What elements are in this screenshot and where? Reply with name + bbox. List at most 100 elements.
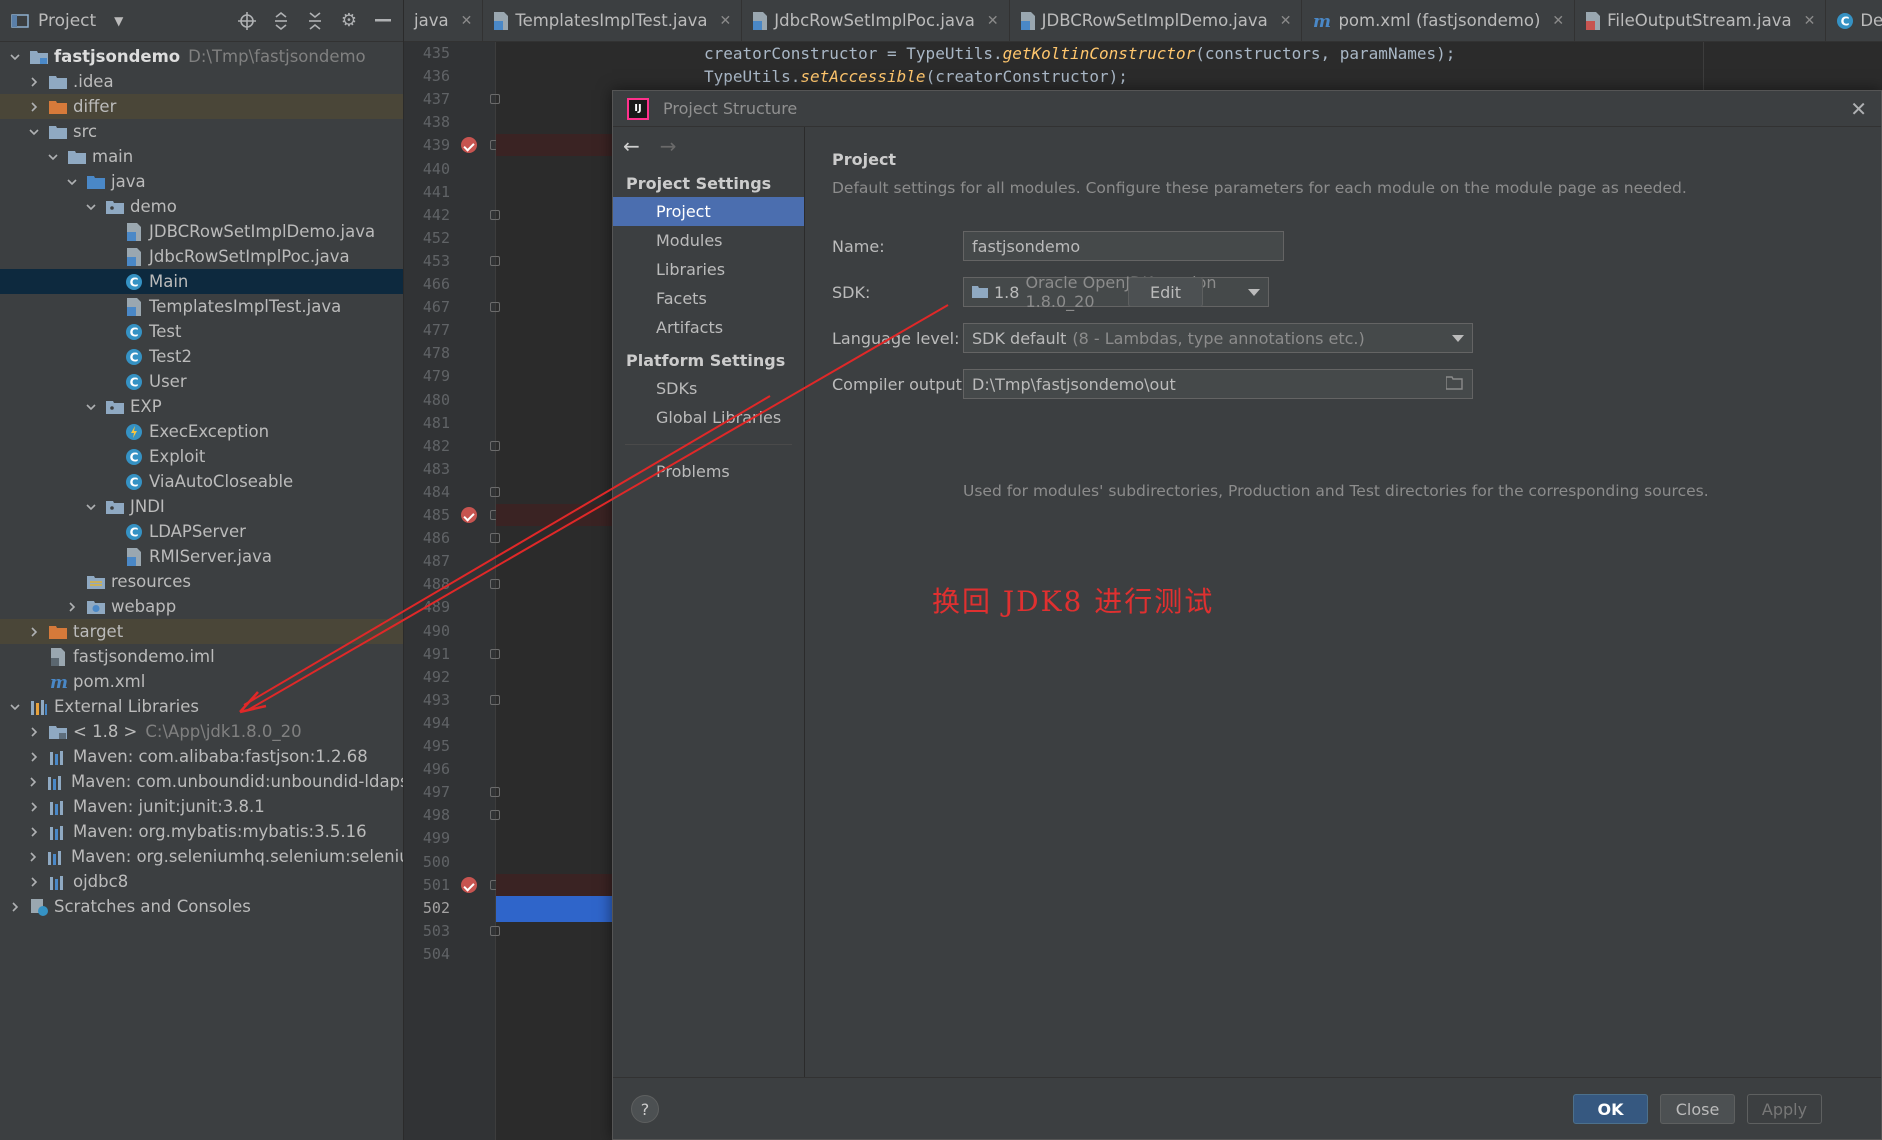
back-arrow-icon[interactable]: ← (623, 134, 640, 158)
fold-marker-icon[interactable] (490, 440, 500, 451)
fold-marker-icon[interactable] (490, 579, 500, 590)
close-icon[interactable]: ✕ (1850, 97, 1867, 121)
tree-item[interactable]: < 1.8 > C:\App\jdk1.8.0_20 (0, 719, 403, 744)
line-number[interactable]: 504 (404, 945, 450, 963)
chevron-right-icon[interactable] (27, 850, 39, 864)
line-number[interactable]: 495 (404, 737, 450, 755)
sidebar-item-project[interactable]: Project (613, 197, 804, 226)
line-number[interactable]: 490 (404, 622, 450, 640)
chevron-down-icon[interactable] (84, 200, 98, 214)
sidebar-item-facets[interactable]: Facets (613, 284, 804, 313)
fold-marker-icon[interactable] (490, 925, 500, 936)
tree-item[interactable]: JdbcRowSetImplPoc.java (0, 244, 403, 269)
tree-item[interactable]: ojdbc8 (0, 869, 403, 894)
line-number[interactable]: 497 (404, 783, 450, 801)
language-level-dropdown[interactable]: SDK default (8 - Lambdas, type annotatio… (963, 323, 1473, 353)
line-number[interactable]: 482 (404, 437, 450, 455)
chevron-down-icon[interactable] (65, 175, 79, 189)
line-number[interactable]: 478 (404, 344, 450, 362)
forward-arrow-icon[interactable]: → (660, 134, 677, 158)
line-number[interactable]: 489 (404, 598, 450, 616)
line-number[interactable]: 502 (404, 899, 450, 917)
tree-item[interactable]: webapp (0, 594, 403, 619)
close-icon[interactable]: ✕ (1280, 13, 1292, 29)
chevron-right-icon[interactable] (8, 900, 22, 914)
tree-item[interactable]: m pom.xml (0, 669, 403, 694)
line-number[interactable]: 467 (404, 298, 450, 316)
tree-item[interactable]: .idea (0, 69, 403, 94)
name-field[interactable]: fastjsondemo (963, 231, 1284, 261)
collapse-all-icon[interactable] (305, 11, 325, 31)
sidebar-item-modules[interactable]: Modules (613, 226, 804, 255)
line-number[interactable]: 453 (404, 252, 450, 270)
tree-item[interactable]: src (0, 119, 403, 144)
chevron-right-icon[interactable] (27, 75, 41, 89)
line-number[interactable]: 499 (404, 829, 450, 847)
tree-item[interactable]: Maven: com.alibaba:fastjson:1.2.68 (0, 744, 403, 769)
tree-item[interactable]: JNDI (0, 494, 403, 519)
tree-item[interactable]: main (0, 144, 403, 169)
line-number[interactable]: 480 (404, 391, 450, 409)
sidebar-item-artifacts[interactable]: Artifacts (613, 313, 804, 342)
line-number[interactable]: 500 (404, 853, 450, 871)
edit-sdk-button[interactable]: Edit (1128, 277, 1203, 307)
tree-item[interactable]: target (0, 619, 403, 644)
breakpoint-icon[interactable] (461, 137, 477, 154)
sidebar-item-sdks[interactable]: SDKs (613, 374, 804, 403)
fold-marker-icon[interactable] (490, 94, 500, 105)
sidebar-item-problems[interactable]: Problems (613, 457, 804, 486)
line-number[interactable]: 503 (404, 922, 450, 940)
fold-marker-icon[interactable] (490, 787, 500, 798)
tree-item[interactable]: C LDAPServer (0, 519, 403, 544)
tree-item[interactable]: Maven: junit:junit:3.8.1 (0, 794, 403, 819)
chevron-right-icon[interactable] (27, 875, 41, 889)
dialog-title-bar[interactable]: IJ Project Structure ✕ (613, 91, 1881, 127)
tree-item[interactable]: resources (0, 569, 403, 594)
fold-marker-icon[interactable] (490, 694, 500, 705)
editor-tab[interactable]: java ✕ (404, 0, 484, 41)
editor-tab[interactable]: JdbcRowSetImplPoc.java ✕ (742, 0, 1010, 41)
line-number[interactable]: 435 (404, 44, 450, 62)
editor-tab[interactable]: FileOutputStream.java ✕ (1575, 0, 1827, 41)
fold-marker-icon[interactable] (490, 648, 500, 659)
line-number[interactable]: 439 (404, 136, 450, 154)
editor-tab[interactable]: C DefaultJSONParser.java (1826, 0, 1882, 41)
tree-item[interactable]: fastjsondemo.iml (0, 644, 403, 669)
tree-item[interactable]: JDBCRowSetImplDemo.java (0, 219, 403, 244)
code-line[interactable]: creatorConstructor = TypeUtils.getKoltin… (704, 44, 1455, 63)
line-number[interactable]: 498 (404, 806, 450, 824)
fold-marker-icon[interactable] (490, 486, 500, 497)
line-number[interactable]: 440 (404, 160, 450, 178)
tree-item[interactable]: TemplatesImplTest.java (0, 294, 403, 319)
line-number[interactable]: 436 (404, 67, 450, 85)
tree-item[interactable]: Maven: org.seleniumhq.selenium:selenium-… (0, 844, 403, 869)
tree-item[interactable]: RMIServer.java (0, 544, 403, 569)
line-number[interactable]: 493 (404, 691, 450, 709)
tree-item[interactable]: External Libraries (0, 694, 403, 719)
line-number[interactable]: 486 (404, 529, 450, 547)
line-number[interactable]: 487 (404, 552, 450, 570)
line-number[interactable]: 484 (404, 483, 450, 501)
tree-item[interactable]: fastjsondemo D:\Tmp\fastjsondemo (0, 44, 403, 69)
line-number[interactable]: 496 (404, 760, 450, 778)
line-number[interactable]: 483 (404, 460, 450, 478)
tree-item[interactable]: java (0, 169, 403, 194)
close-icon[interactable]: ✕ (720, 13, 732, 29)
close-icon[interactable]: ✕ (1552, 13, 1564, 29)
compiler-output-field[interactable]: D:\Tmp\fastjsondemo\out (963, 369, 1473, 399)
chevron-right-icon[interactable] (27, 100, 41, 114)
chevron-down-icon[interactable] (8, 50, 22, 64)
line-number[interactable]: 485 (404, 506, 450, 524)
chevron-down-icon[interactable] (27, 125, 41, 139)
close-icon[interactable]: ✕ (461, 13, 473, 29)
tree-item[interactable]: Scratches and Consoles (0, 894, 403, 919)
sdk-dropdown[interactable]: 1.8 Oracle OpenJDK version 1.8.0_20 (963, 273, 1269, 311)
fold-marker-icon[interactable] (490, 533, 500, 544)
tree-item[interactable]: differ (0, 94, 403, 119)
chevron-right-icon[interactable] (27, 775, 39, 789)
sidebar-item-global-libraries[interactable]: Global Libraries (613, 403, 804, 432)
line-number[interactable]: 481 (404, 414, 450, 432)
fold-marker-icon[interactable] (490, 302, 500, 313)
line-number[interactable]: 452 (404, 229, 450, 247)
line-number[interactable]: 494 (404, 714, 450, 732)
